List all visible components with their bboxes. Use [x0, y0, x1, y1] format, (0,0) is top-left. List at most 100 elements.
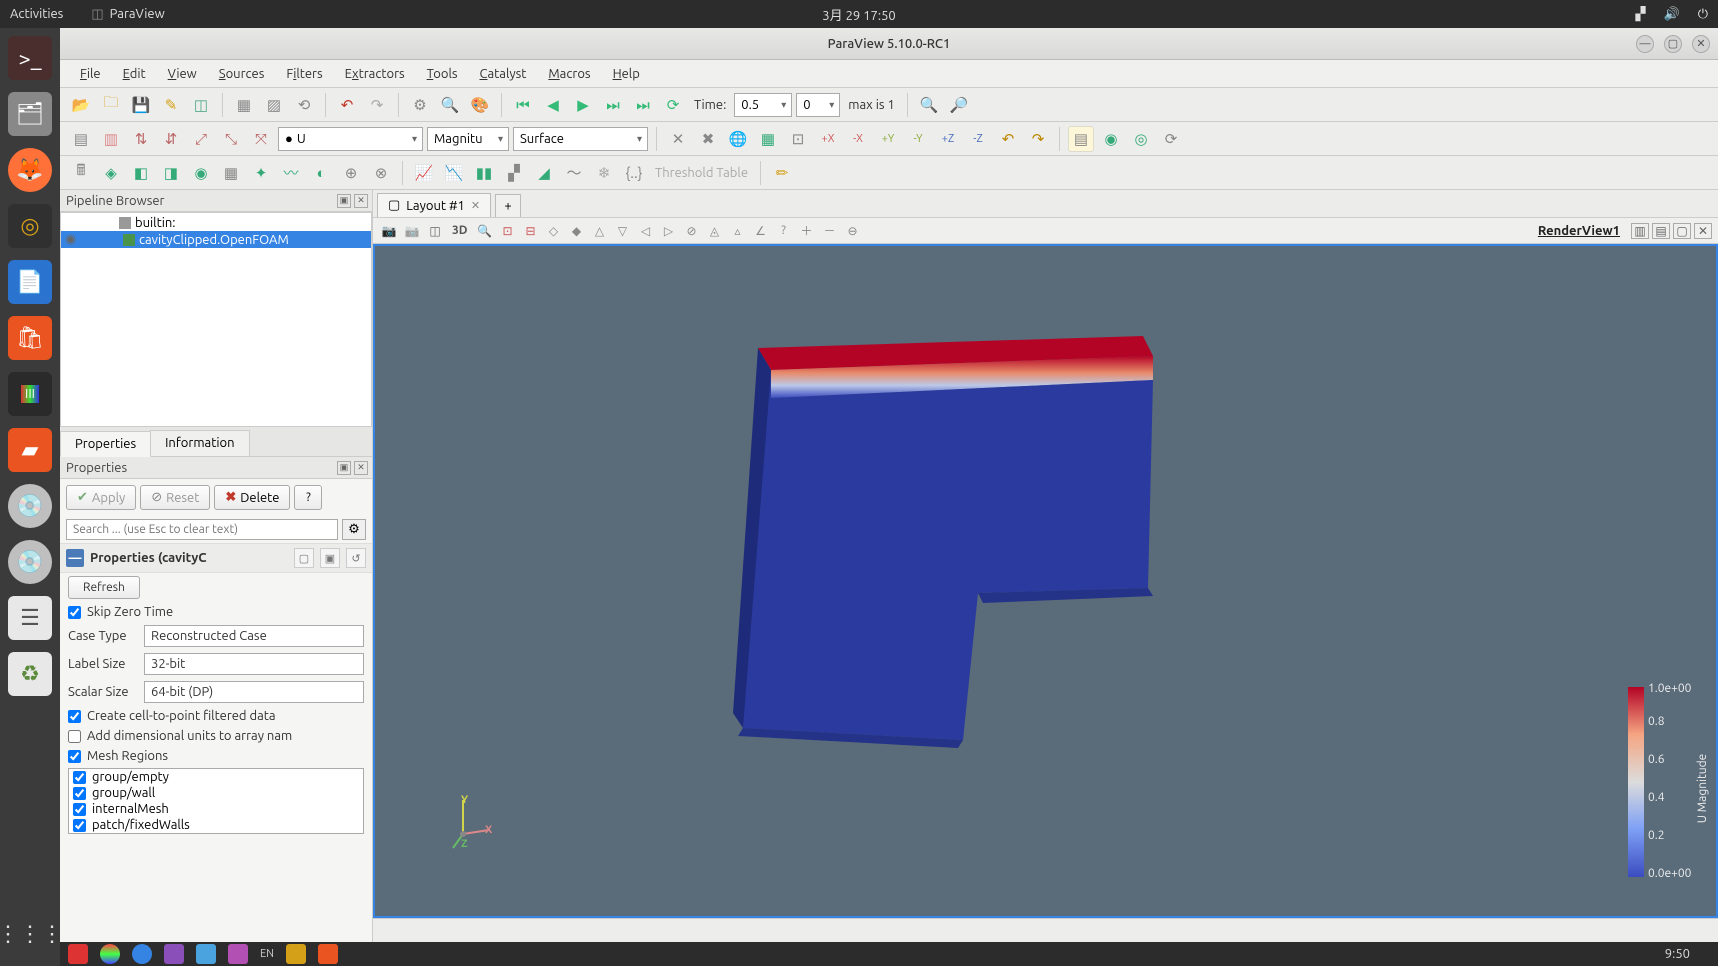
screenshot-all-icon[interactable]: 📷 [402, 221, 422, 241]
rhythmbox-icon[interactable]: ◎ [8, 204, 52, 248]
find-data-icon[interactable]: 🔍 [437, 92, 463, 118]
slice-icon[interactable]: ◨ [158, 160, 184, 186]
ubuntu-software-icon[interactable]: 🛍 [8, 316, 52, 360]
rescale-custom-icon[interactable]: ⇵ [158, 126, 184, 152]
topbar-clock[interactable]: 3月 29 17:50 [822, 5, 895, 24]
volume-icon[interactable]: 🔊 [1664, 7, 1680, 22]
skip-zero-time-checkbox[interactable] [68, 606, 81, 619]
pipeline-builtin-row[interactable]: builtin: [61, 215, 371, 231]
properties-float-icon[interactable]: ▣ [337, 461, 351, 475]
calculator-icon[interactable]: 🖩 [68, 160, 94, 186]
extract-selection-icon[interactable]: ❄ [591, 160, 617, 186]
hover-points-icon[interactable]: ◁ [636, 221, 656, 241]
server-connect-icon[interactable]: ▦ [231, 92, 257, 118]
menu-file[interactable]: FFileile [70, 64, 111, 84]
rotate-cw-icon[interactable]: ↷ [1025, 126, 1051, 152]
probe-icon[interactable]: ◢ [531, 160, 557, 186]
properties-search-input[interactable] [66, 519, 338, 540]
python-trace-icon[interactable]: {..} [621, 160, 647, 186]
scalar-coloring-icon[interactable]: ▥ [98, 126, 124, 152]
color-palette-icon[interactable]: 🎨 [467, 92, 493, 118]
minus-icon[interactable]: － [820, 221, 840, 241]
mesh-regions-checkbox[interactable] [68, 750, 81, 763]
minus-y-icon[interactable]: -Y [905, 126, 931, 152]
copy-props-icon[interactable]: ▢ [294, 548, 314, 568]
sublime-icon[interactable]: ▰ [8, 428, 52, 472]
scalar-size-combo[interactable]: 64-bit (DP) [144, 681, 364, 703]
rescale-icon[interactable]: ⇅ [128, 126, 154, 152]
select-cells-icon[interactable]: ⊟ [521, 221, 541, 241]
case-type-combo[interactable]: Reconstructed Case [144, 625, 364, 647]
render-view[interactable]: Y X Z 0.0e+00 0.2 0.4 0.6 0.8 1. [373, 244, 1718, 918]
zoom-to-box-icon[interactable]: 🌐 [725, 126, 751, 152]
menu-help[interactable]: HelpHelp [603, 64, 650, 84]
clear-selection-icon[interactable]: ⊘ [682, 221, 702, 241]
tab-information[interactable]: Information [150, 430, 249, 456]
reload-icon[interactable]: ⟲ [291, 92, 317, 118]
reset-camera-icon[interactable]: ✕ [665, 126, 691, 152]
menu-macros[interactable]: MacrosMacros [538, 64, 600, 84]
power-icon[interactable]: ⏻ [1698, 7, 1708, 22]
files-icon[interactable]: 🗂 [8, 92, 52, 136]
paraview-dock-icon[interactable]: III [8, 372, 52, 416]
hover-cells-icon[interactable]: ▷ [659, 221, 679, 241]
vcr-next-icon[interactable]: ⏭ [600, 92, 626, 118]
rescale-lock-icon[interactable]: ⤧ [248, 126, 274, 152]
properties-section-header[interactable]: — Properties (cavityC ▢ ▣ ↺ [60, 543, 372, 573]
color-legend[interactable]: 0.0e+00 0.2 0.4 0.6 0.8 1.0e+00 U Magnit… [1578, 672, 1698, 892]
plus-x-icon[interactable]: +X [815, 126, 841, 152]
histogram-icon[interactable]: ▮▮ [471, 160, 497, 186]
plot-over-line-icon[interactable]: 📈 [411, 160, 437, 186]
save-data-icon[interactable]: 💾 [128, 92, 154, 118]
stream-tracer-icon[interactable]: 〰 [278, 160, 304, 186]
toggle-icon-1[interactable]: ? [774, 221, 794, 241]
task-icon-3[interactable] [132, 944, 152, 964]
clip-icon[interactable]: ◧ [128, 160, 154, 186]
select-block-icon[interactable]: △ [590, 221, 610, 241]
plot-data-icon[interactable]: ▞ [501, 160, 527, 186]
ruler-icon[interactable]: ⊡ [785, 126, 811, 152]
edit-color-map-icon-2[interactable]: ◎ [1128, 126, 1154, 152]
show-apps-icon[interactable]: ⋮⋮⋮ [8, 912, 52, 956]
paste-props-icon[interactable]: ▣ [320, 548, 340, 568]
plot-global-icon[interactable]: 〜 [561, 160, 587, 186]
zoom-closest-icon[interactable]: 🔎 [946, 92, 972, 118]
menu-tools[interactable]: ToolsTools [417, 64, 468, 84]
task-icon-chrome[interactable] [100, 944, 120, 964]
mesh-region-item[interactable]: group/empty [69, 769, 363, 785]
add-layout-button[interactable]: + [495, 194, 521, 217]
menu-sources[interactable]: SourcesSources [209, 64, 275, 84]
menu-extractors[interactable]: ExtractorsExtractors [335, 64, 415, 84]
pipeline-browser[interactable]: builtin: ◉ cavityClipped.OpenFOAM [60, 212, 372, 427]
group-icon[interactable]: ⊕ [338, 160, 364, 186]
libreoffice-writer-icon[interactable]: 📄 [8, 260, 52, 304]
warp-icon[interactable]: ◐ [308, 160, 334, 186]
visibility-eye-icon[interactable]: ◉ [65, 232, 79, 247]
pipeline-close-icon[interactable]: ✕ [354, 194, 368, 208]
split-horizontal-icon[interactable]: ▥ [1631, 223, 1649, 239]
disk1-icon[interactable]: 💿 [8, 484, 52, 528]
save-state-icon[interactable]: 🗀 [98, 92, 124, 118]
zoom-icon[interactable]: 🔍 [475, 221, 495, 241]
tab-properties[interactable]: Properties [60, 431, 151, 457]
vcr-prev-icon[interactable]: ◀ [540, 92, 566, 118]
rotate-ccw-icon[interactable]: ↶ [995, 126, 1021, 152]
close-button[interactable]: ✕ [1692, 35, 1710, 53]
restore-defaults-icon[interactable]: ↺ [346, 548, 366, 568]
minus-x-icon[interactable]: -X [845, 126, 871, 152]
maximize-view-icon[interactable]: ▢ [1673, 223, 1691, 239]
minus-z-icon[interactable]: -Z [965, 126, 991, 152]
reset-button[interactable]: ⊘Reset [140, 485, 210, 510]
time-value-combo[interactable]: 0.5 [734, 93, 792, 117]
extract-level-icon[interactable]: ⊗ [368, 160, 394, 186]
grow-selection-icon[interactable]: ◬ [705, 221, 725, 241]
auto-apply-icon[interactable]: ⚙ [407, 92, 433, 118]
mesh-region-item[interactable]: internalMesh [69, 801, 363, 817]
split-vertical-icon[interactable]: ▤ [1652, 223, 1670, 239]
glyph-icon[interactable]: ✦ [248, 160, 274, 186]
add-units-checkbox[interactable] [68, 730, 81, 743]
plus-y-icon[interactable]: +Y [875, 126, 901, 152]
menu-catalyst[interactable]: CatalystCatalyst [470, 64, 537, 84]
help-button[interactable]: ? [294, 485, 322, 510]
representation-combo[interactable]: Surface [513, 127, 648, 151]
